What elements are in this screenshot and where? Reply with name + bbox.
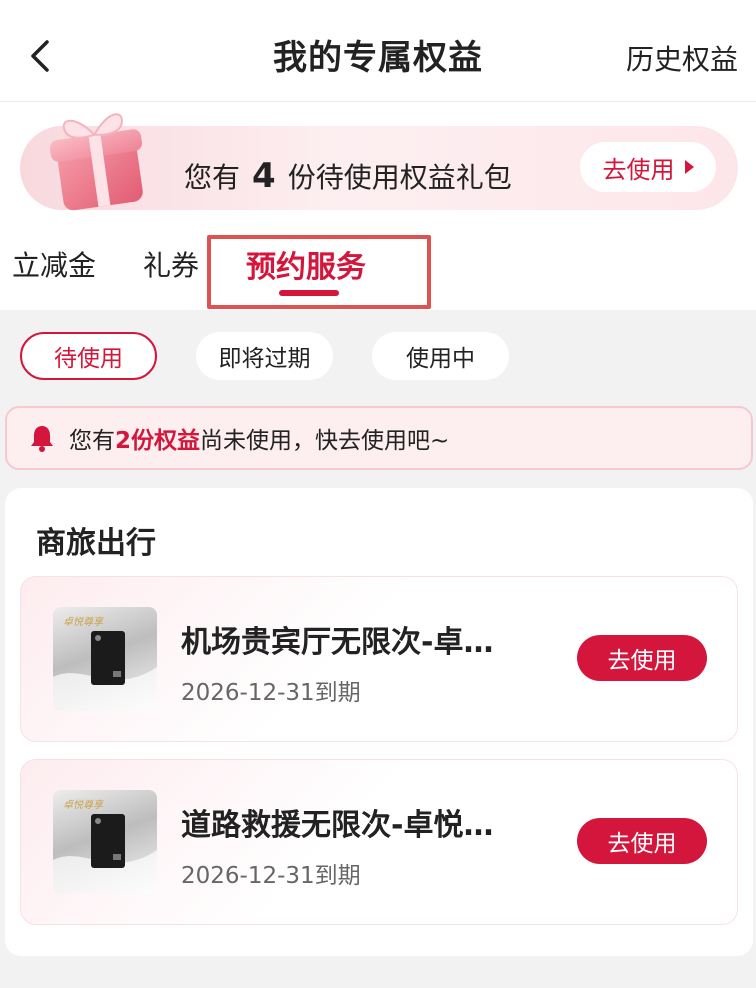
benefit-item[interactable]: 卓悦尊享 道路救援无限次-卓悦… 2026-12-31到期 去使用 [20, 759, 738, 925]
tab-cash-rebate[interactable]: 立减金 [12, 244, 96, 284]
banner-message: 您有 4 份待使用权益礼包 [184, 156, 512, 196]
notice-highlight: 2份权益 [115, 428, 201, 454]
banner-suffix: 份待使用权益礼包 [287, 161, 512, 194]
filter-pending[interactable]: 待使用 [20, 332, 157, 380]
use-button[interactable]: 去使用 [577, 818, 707, 864]
svg-text:卓悦尊享: 卓悦尊享 [63, 799, 105, 811]
section-title: 商旅出行 [36, 526, 156, 561]
highlight-box [207, 235, 431, 309]
unused-benefits-notice: 您有 2份权益 尚未使用，快去使用吧~ [5, 406, 753, 470]
svg-text:卓悦尊享: 卓悦尊享 [63, 616, 105, 628]
card-thumbnail-image: 卓悦尊享 [53, 607, 157, 711]
benefit-name: 道路救援无限次-卓悦… [181, 808, 494, 843]
benefit-expiry: 2026-12-31到期 [181, 863, 361, 889]
bell-icon [27, 423, 57, 453]
tab-coupons[interactable]: 礼券 [143, 244, 199, 284]
gift-box-icon [36, 100, 166, 216]
banner-use-button[interactable]: 去使用 [580, 142, 716, 192]
history-benefits-link[interactable]: 历史权益 [626, 38, 738, 78]
benefit-expiry: 2026-12-31到期 [181, 680, 361, 706]
notice-suffix: 尚未使用，快去使用吧~ [200, 428, 450, 454]
notice-prefix: 您有 [69, 428, 115, 454]
navigation-bar: 我的专属权益 历史权益 [0, 0, 756, 102]
use-button[interactable]: 去使用 [577, 635, 707, 681]
benefit-item[interactable]: 卓悦尊享 机场贵宾厅无限次-卓… 2026-12-31到期 去使用 [20, 576, 738, 742]
play-triangle-icon [684, 160, 694, 174]
filter-in-use[interactable]: 使用中 [372, 332, 509, 380]
benefit-name: 机场贵宾厅无限次-卓… [181, 625, 494, 660]
filter-expiring-soon[interactable]: 即将过期 [196, 332, 333, 380]
banner-use-label: 去使用 [602, 155, 675, 184]
card-thumbnail-image: 卓悦尊享 [53, 790, 157, 894]
banner-count: 4 [252, 156, 276, 196]
banner-prefix: 您有 [184, 161, 241, 194]
